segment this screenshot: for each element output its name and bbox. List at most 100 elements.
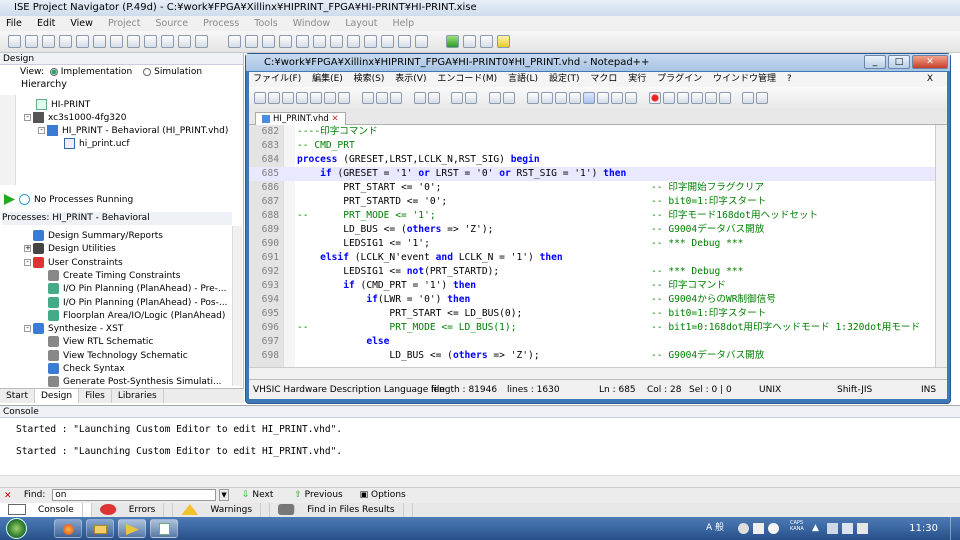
code-line[interactable]: 698 LD_BUS <= (others => 'Z'); -- G9004デー…: [249, 349, 935, 363]
npp-menu-run[interactable]: 実行: [628, 74, 646, 84]
npp-close-all-icon[interactable]: [324, 92, 336, 104]
npp-sync-h-icon[interactable]: [540, 92, 553, 104]
hierarchy-item-module[interactable]: - HI_PRINT - Behavioral (HI_PRINT.vhd): [38, 125, 228, 138]
tab-find-in-files[interactable]: Find in Files Results: [270, 503, 413, 517]
tab-start[interactable]: Start: [0, 389, 35, 403]
npp-menu-close-doc[interactable]: X: [927, 72, 933, 87]
menu-layout[interactable]: Layout: [345, 18, 377, 29]
menu-window[interactable]: Window: [293, 18, 330, 29]
zoom-out-icon[interactable]: [244, 35, 258, 48]
hierarchy-item-ucf[interactable]: hi_print.ucf: [64, 138, 130, 151]
code-line[interactable]: 684 process (GRESET,LRST,LCLK_N,RST_SIG) …: [249, 153, 935, 167]
tab-libraries[interactable]: Libraries: [112, 389, 164, 403]
npp-menu-macro[interactable]: マクロ: [590, 74, 617, 84]
editor-vertical-scrollbar[interactable]: [935, 125, 947, 367]
process-item[interactable]: Floorplan Area/IO/Logic (PlanAhead): [48, 309, 225, 323]
menu-process[interactable]: Process: [203, 18, 239, 29]
tab-errors[interactable]: Errors: [92, 503, 174, 517]
undo-icon[interactable]: [161, 35, 174, 48]
code-line[interactable]: 689 LD_BUS <= (others => 'Z'); -- G9004デー…: [249, 223, 935, 237]
tab-console[interactable]: Console: [0, 503, 92, 517]
find-dropdown-icon[interactable]: ▼: [219, 488, 230, 501]
tray-chevron-icon[interactable]: ▲: [812, 523, 823, 534]
process-item[interactable]: View Technology Schematic: [48, 349, 188, 363]
process-item[interactable]: Create Timing Constraints: [48, 269, 180, 283]
code-line[interactable]: 692 LEDSIG1 <= not(PRT_STARTD); -- *** De…: [249, 265, 935, 279]
minimize-button[interactable]: _: [864, 55, 886, 69]
npp-find-icon[interactable]: [451, 92, 464, 104]
collapse-icon[interactable]: -: [38, 127, 45, 134]
wrench-icon[interactable]: [397, 35, 411, 48]
npp-menu-file[interactable]: ファイル(F): [253, 74, 301, 84]
npp-save-macro-icon[interactable]: [704, 92, 717, 104]
notepadpp-taskbar-icon[interactable]: [150, 519, 178, 538]
find-input[interactable]: on: [52, 488, 217, 501]
redo-icon[interactable]: [178, 35, 191, 48]
process-item[interactable]: - Synthesize - XST: [24, 323, 123, 336]
npp-menu-search[interactable]: 検索(S): [354, 74, 385, 84]
process-item[interactable]: I/O Pin Planning (PlanAhead) - Pos-...: [48, 296, 227, 310]
npp-indent-guide-icon[interactable]: [582, 92, 595, 104]
tab-warnings[interactable]: Warnings: [173, 503, 271, 517]
explorer-taskbar-icon[interactable]: [86, 519, 114, 538]
code-line[interactable]: 687 PRT_STARTD <= '0'; -- bit0=1:印字スタート: [249, 195, 935, 209]
npp-all-chars-icon[interactable]: [568, 92, 581, 104]
action-center-icon[interactable]: [857, 523, 868, 534]
cut-icon[interactable]: [93, 35, 106, 48]
code-line[interactable]: 691 elsif (LCLK_N'event and LCLK_N = '1'…: [249, 251, 935, 265]
npp-menu-encoding[interactable]: エンコード(M): [437, 74, 497, 84]
npp-save-icon[interactable]: [282, 92, 294, 104]
code-line[interactable]: 682 ----印字コマンド: [249, 125, 935, 139]
delete-icon[interactable]: [144, 35, 157, 48]
npp-menu-window[interactable]: ウインドウ管理: [713, 74, 776, 84]
float-icon[interactable]: [380, 35, 394, 48]
tile-v-icon[interactable]: [363, 35, 377, 48]
console-horizontal-scrollbar[interactable]: [0, 475, 960, 487]
zoom-fit-icon[interactable]: [278, 35, 292, 48]
print-icon[interactable]: [76, 35, 89, 48]
code-line[interactable]: 686 PRT_START <= '0'; -- 印字開始フラグクリア: [249, 181, 935, 195]
npp-paste-icon[interactable]: [389, 92, 402, 104]
npp-new-icon[interactable]: [254, 92, 266, 104]
help-icon[interactable]: [414, 35, 428, 48]
npp-sync-v-icon[interactable]: [526, 92, 539, 104]
simulation-radio[interactable]: [143, 67, 152, 76]
npp-extra-icon[interactable]: [718, 92, 731, 104]
zoom-in-icon[interactable]: [227, 35, 241, 48]
lightbulb-icon[interactable]: [496, 35, 510, 48]
npp-menu-language[interactable]: 言語(L): [508, 74, 538, 84]
npp-menu-help[interactable]: ?: [787, 74, 792, 84]
process-item[interactable]: I/O Pin Planning (PlanAhead) - Pre-...: [48, 283, 226, 296]
tab-close-icon[interactable]: ✕: [331, 114, 338, 124]
sigma-icon[interactable]: [462, 35, 476, 48]
code-line[interactable]: 685 if (GRESET = '1' or LRST = '0' or RS…: [249, 167, 935, 181]
process-item[interactable]: Design Summary/Reports: [24, 230, 163, 243]
code-line[interactable]: 693 if (CMD_PRT = '1') then -- 印字コマンド: [249, 279, 935, 293]
firefox-taskbar-icon[interactable]: [54, 519, 82, 538]
npp-folder-icon[interactable]: [610, 92, 623, 104]
run-icon[interactable]: [445, 35, 459, 48]
process-item[interactable]: - User Constraints: [24, 256, 123, 270]
expand-icon[interactable]: -: [24, 258, 31, 266]
close-button[interactable]: ✕: [912, 55, 948, 69]
npp-open-icon[interactable]: [268, 92, 280, 104]
npp-spellcheck-icon[interactable]: [742, 92, 755, 104]
menu-help[interactable]: Help: [393, 18, 415, 29]
code-line[interactable]: 688 -- PRT_MODE <= '1'; -- 印字モード168dot用ヘッド…: [249, 209, 935, 223]
menu-source[interactable]: Source: [156, 18, 189, 29]
npp-wrap-icon[interactable]: [554, 92, 567, 104]
npp-playback-icon[interactable]: [676, 92, 689, 104]
new-icon[interactable]: [8, 35, 21, 48]
find-previous-button[interactable]: ⇧ Previous: [294, 490, 342, 500]
code-line[interactable]: 690 LEDSIG1 <= '1'; -- *** Debug ***: [249, 237, 935, 251]
process-item[interactable]: + Design Utilities: [24, 243, 116, 256]
menu-tools[interactable]: Tools: [254, 18, 277, 29]
npp-lang-icon[interactable]: [596, 92, 609, 104]
save-all-icon[interactable]: [59, 35, 72, 48]
code-line[interactable]: 696 -- PRT_MODE <= LD_BUS(1); -- bit1=0:16…: [249, 321, 935, 335]
tab-hi-print-vhd[interactable]: HI_PRINT.vhd ✕: [255, 112, 346, 125]
find-close-icon[interactable]: ✕: [4, 489, 15, 501]
npp-copy-icon[interactable]: [375, 92, 388, 104]
ime-tool-icon[interactable]: [738, 523, 749, 534]
implementation-radio[interactable]: [49, 67, 58, 76]
